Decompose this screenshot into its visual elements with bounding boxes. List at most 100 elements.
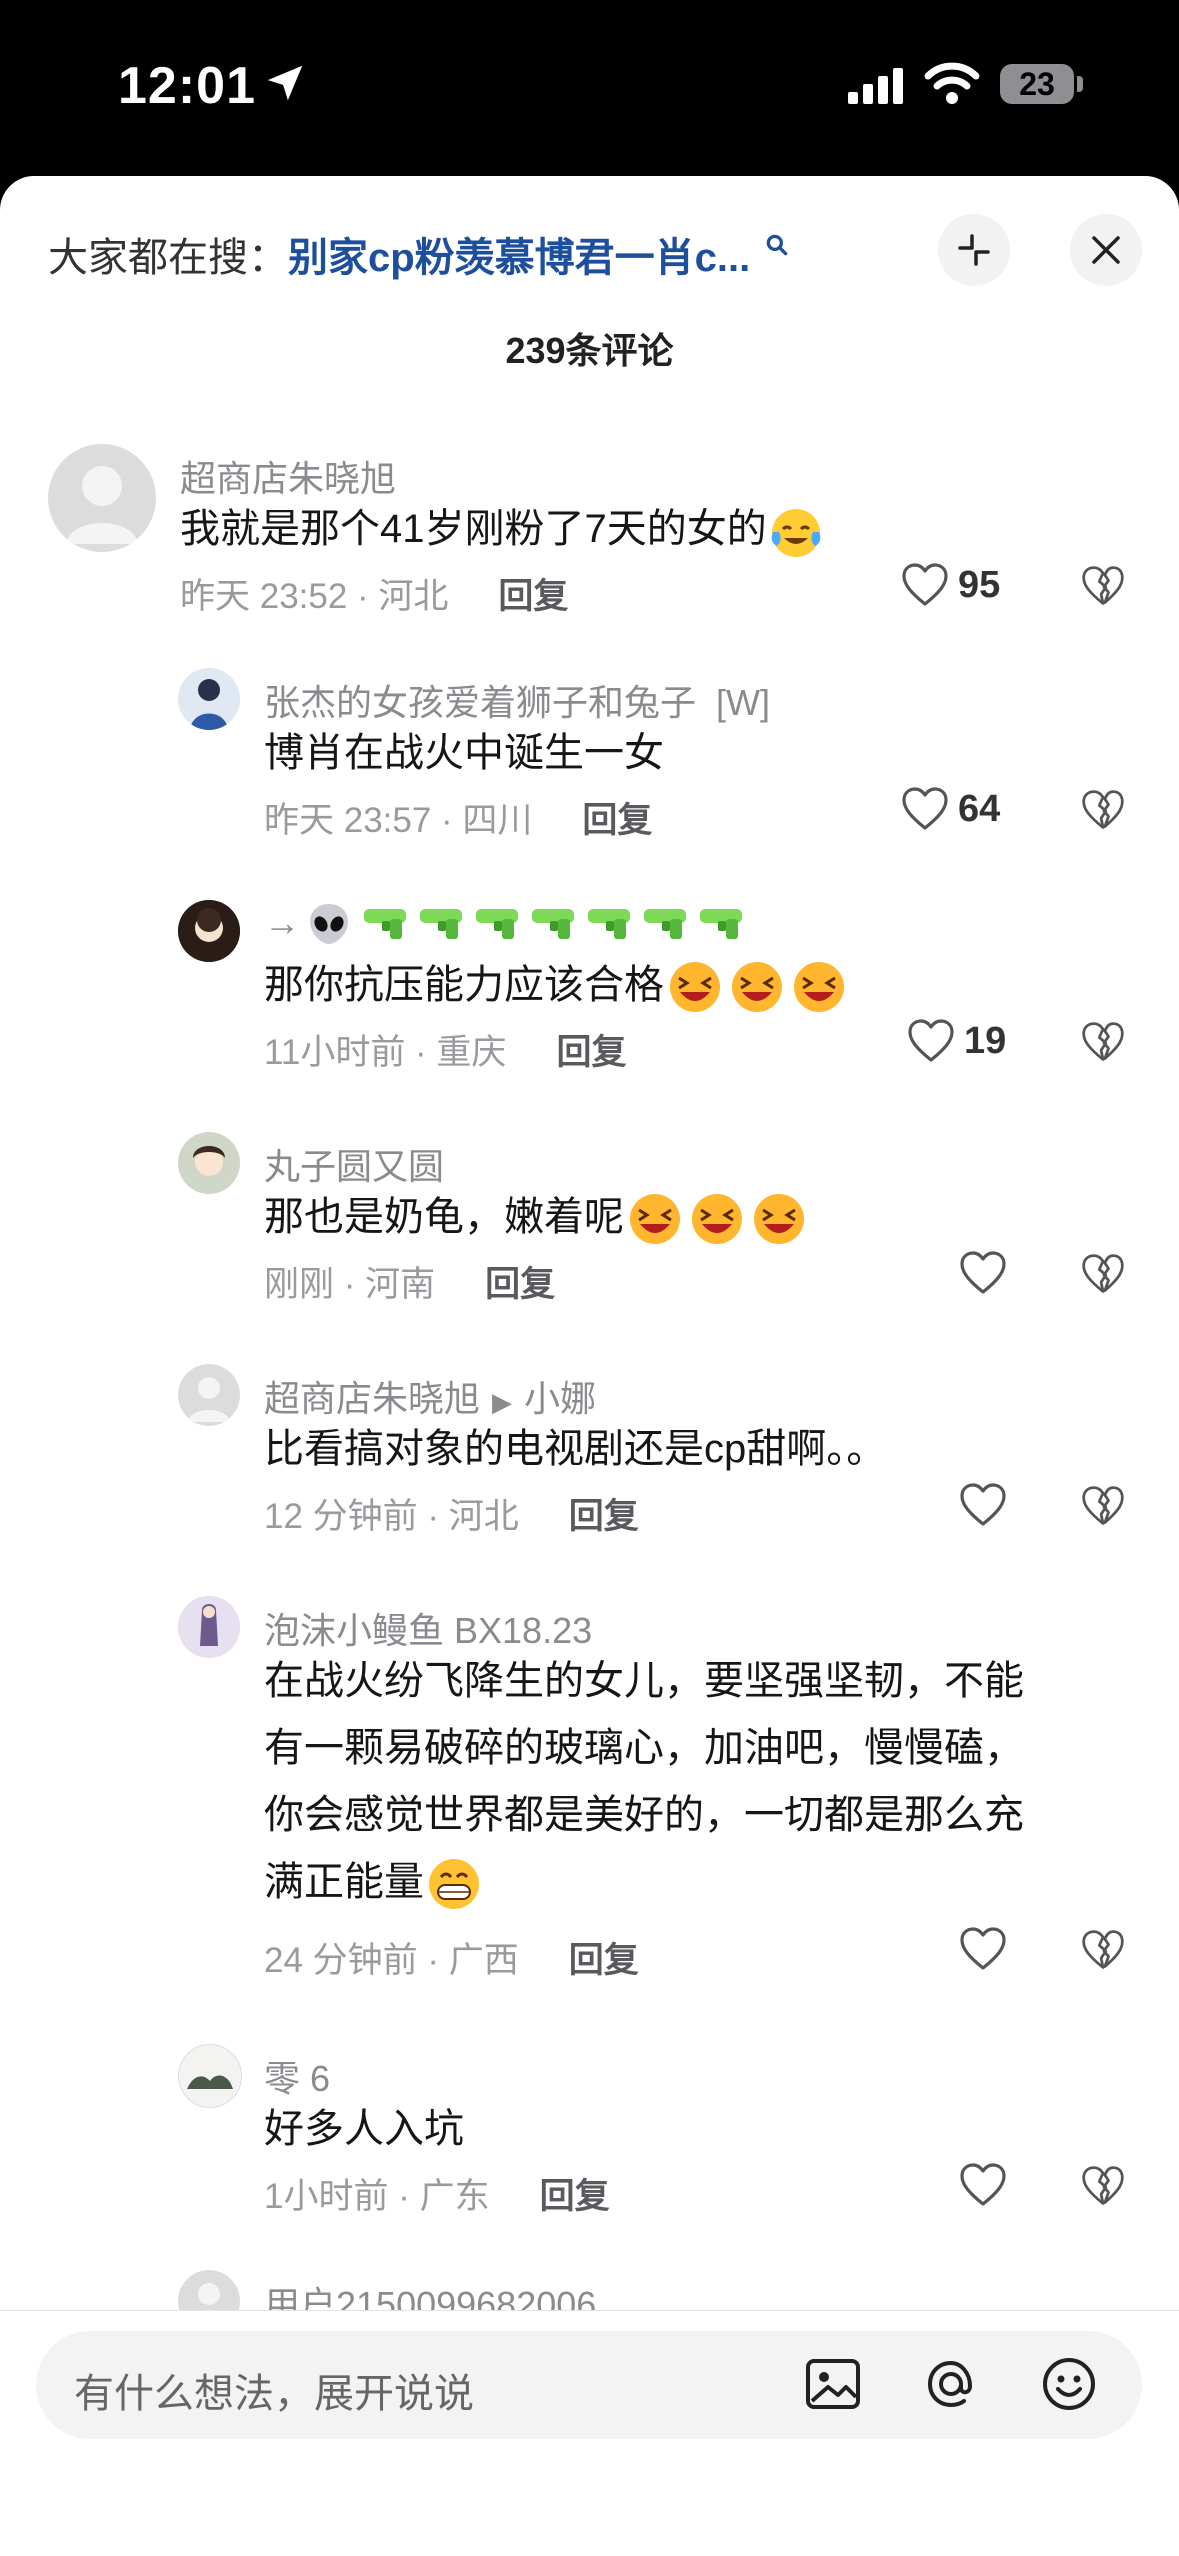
default-avatar-icon (188, 1377, 230, 1422)
close-button[interactable] (1070, 214, 1142, 286)
water-pistol-emoji-icon (476, 909, 518, 939)
comment-input-bar: 有什么想法，展开说说 (0, 2310, 1179, 2556)
heart-icon (960, 1251, 1006, 1294)
location-arrow-icon (267, 65, 303, 101)
comment-count: 239条评论 (505, 330, 674, 371)
like-button[interactable] (958, 1482, 1016, 1528)
reply-comment-item: 泡沫小鳗鱼 BX18.23 在战火纷飞降生的女儿，要坚强坚韧，不能 有一颗易破碎… (0, 1596, 1179, 1980)
reply-button[interactable]: 回复 (498, 577, 568, 616)
comment-text: 那也是奶龟，嫩着呢 (264, 1184, 810, 1251)
laughing-emoji-icon (630, 1194, 680, 1245)
comment-meta: 1小时前 · 广东 回复 (264, 2168, 610, 2219)
comment-input[interactable]: 有什么想法，展开说说 (36, 2331, 1142, 2439)
water-gun-emoji-row (362, 903, 754, 943)
comment-username[interactable]: → (264, 900, 754, 946)
comments-sheet: 大家都在搜： 别家cp粉羡慕博君一肖c... 239条评论 超商店朱晓旭 我就是… (0, 176, 1179, 2556)
reply-button[interactable]: 回复 (485, 1265, 555, 1304)
reply-button[interactable]: 回复 (540, 2177, 610, 2216)
avatar[interactable] (178, 1364, 240, 1426)
reply-button[interactable]: 回复 (556, 1033, 626, 1072)
reply-comment-item: → 那你抗压能力应该合格 11小时前 · 重庆 回复 19 (0, 900, 1179, 1072)
comment-time-location: 24 分钟前 · 广西 (264, 1941, 519, 1980)
reply-button[interactable]: 回复 (582, 801, 652, 840)
like-button[interactable] (958, 1250, 1016, 1296)
trending-search-prefix: 大家都在搜： (48, 236, 288, 280)
comment-time-location: 11小时前 · 重庆 (264, 1033, 507, 1072)
comment-input-placeholder: 有什么想法，展开说说 (74, 2372, 474, 2416)
alien-emoji-icon (310, 904, 348, 944)
avatar[interactable] (178, 2044, 242, 2108)
collapse-icon (958, 234, 990, 266)
wifi-icon (924, 62, 980, 104)
reply-button[interactable]: 回复 (569, 1497, 639, 1536)
dislike-broken-heart-icon[interactable] (1080, 1928, 1126, 1972)
dislike-broken-heart-icon[interactable] (1080, 564, 1126, 608)
search-icon (766, 234, 788, 256)
trending-search[interactable]: 大家都在搜： 别家cp粉羡慕博君一肖c... (48, 224, 790, 284)
comment-time-location: 昨天 23:52 · 河北 (180, 577, 449, 616)
like-button[interactable]: 19 (906, 1018, 1006, 1064)
reply-to-username[interactable]: 小娜 (524, 1378, 596, 1419)
water-pistol-emoji-icon (644, 909, 686, 939)
dislike-broken-heart-icon[interactable] (1080, 1020, 1126, 1064)
like-count: 95 (958, 563, 1001, 606)
comment-meta: 刚刚 · 河南 回复 (264, 1256, 555, 1307)
like-button[interactable] (958, 2162, 1016, 2208)
like-button[interactable]: 64 (900, 786, 1000, 832)
dislike-broken-heart-icon[interactable] (1080, 2164, 1126, 2208)
collapse-button[interactable] (938, 214, 1010, 286)
dislike-broken-heart-icon[interactable] (1080, 1252, 1126, 1296)
profile-photo-icon (179, 2045, 241, 2107)
avatar[interactable] (178, 1132, 240, 1194)
comment-item: 超商店朱晓旭 我就是那个41岁刚粉了7天的女的 昨天 23:52 · 河北 回复 … (0, 444, 1179, 616)
like-count: 19 (964, 1019, 1007, 1062)
laughing-emoji-icon (670, 962, 720, 1013)
comment-text: 好多人入坑 (264, 2107, 464, 2151)
heart-icon (902, 563, 948, 606)
status-time: 12:01 (118, 57, 256, 115)
reply-comment-item: 张杰的女孩爱着狮子和兔子 [W] 博肖在战火中诞生一女 昨天 23:57 · 四… (0, 668, 1179, 840)
laughing-emoji-icon (794, 962, 844, 1013)
close-icon (1092, 236, 1120, 264)
like-button[interactable] (958, 1926, 1016, 1972)
comment-meta: 12 分钟前 · 河北 回复 (264, 1488, 639, 1539)
trending-search-query[interactable]: 别家cp粉羡慕博君一肖c... (288, 225, 750, 283)
dislike-broken-heart-icon[interactable] (1080, 1484, 1126, 1528)
avatar[interactable] (178, 668, 240, 730)
emoji-picker-icon[interactable] (1036, 2351, 1102, 2417)
avatar[interactable] (178, 900, 240, 962)
profile-photo-icon (178, 1596, 240, 1658)
comment-username[interactable]: 丸子圆又圆 (264, 1138, 444, 1190)
laughing-emoji-icon (732, 962, 782, 1013)
mention-icon[interactable] (918, 2351, 984, 2417)
water-pistol-emoji-icon (588, 909, 630, 939)
comment-username[interactable]: 超商店朱晓旭 (180, 450, 396, 502)
heart-icon (960, 2163, 1006, 2206)
reply-comment-item: 丸子圆又圆 那也是奶龟，嫩着呢 刚刚 · 河南 回复 (0, 1132, 1179, 1304)
avatar[interactable] (178, 1596, 240, 1658)
comment-username[interactable]: 零 6 (264, 2050, 330, 2102)
battery-indicator: 23 (1000, 64, 1074, 104)
comment-username[interactable]: 泡沫小鳗鱼 BX18.23 (264, 1602, 592, 1654)
comment-username[interactable]: 超商店朱晓旭 ▶ 小娜 (264, 1370, 596, 1422)
avatar[interactable] (48, 444, 156, 552)
dislike-broken-heart-icon[interactable] (1080, 788, 1126, 832)
grinning-emoji-icon (429, 1859, 479, 1910)
reply-comment-item: 超商店朱晓旭 ▶ 小娜 比看搞对象的电视剧还是cp甜啊。。 12 分钟前 · 河北回… (0, 1364, 1179, 1536)
reply-button[interactable]: 回复 (569, 1941, 639, 1980)
comment-username[interactable]: 张杰的女孩爱着狮子和兔子 [W] (264, 674, 770, 726)
profile-photo-icon (178, 900, 240, 962)
water-pistol-emoji-icon (364, 909, 406, 939)
default-avatar-icon (66, 466, 138, 544)
water-pistol-emoji-icon (532, 909, 574, 939)
user-badge: [W] (716, 682, 771, 723)
reply-comment-item: 零 6 好多人入坑 1小时前 · 广东 回复 (0, 2044, 1179, 2216)
image-picker-icon[interactable] (800, 2351, 866, 2417)
comment-text: 那你抗压能力应该合格 (264, 952, 850, 1019)
heart-icon (908, 1019, 954, 1062)
like-button[interactable]: 95 (900, 562, 1000, 608)
comment-text: 在战火纷飞降生的女儿，要坚强坚韧，不能 有一颗易破碎的玻璃心，加油吧，慢慢磕， … (264, 1648, 1124, 1916)
comment-text: 我就是那个41岁刚粉了7天的女的 (180, 496, 825, 563)
comment-meta: 昨天 23:57 · 四川 回复 (264, 792, 652, 843)
comment-time-location: 刚刚 · 河南 (264, 1265, 436, 1304)
